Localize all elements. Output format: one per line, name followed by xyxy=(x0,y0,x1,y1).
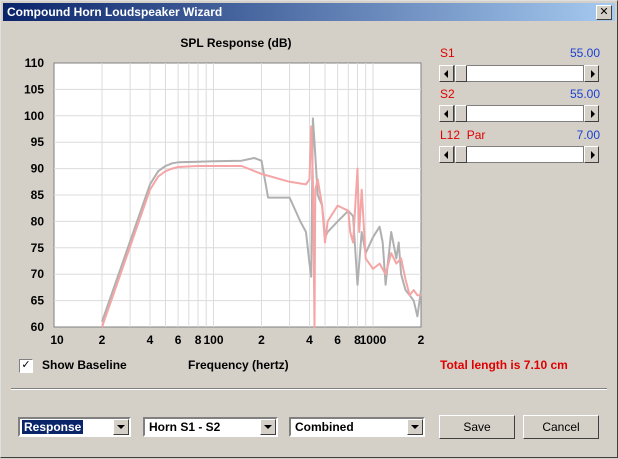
slider-s2-thumb[interactable] xyxy=(455,105,467,122)
x-tick-label: 100 xyxy=(203,333,223,347)
x-tick-labels: 10 2 4 6 8 100 2 4 6 81000 2 xyxy=(50,333,424,347)
y-tick-labels: 60 65 70 75 80 85 90 95 100 105 110 xyxy=(24,56,44,334)
y-tick-label: 85 xyxy=(31,188,45,202)
arrow-right-icon xyxy=(590,109,595,118)
arrow-left-icon xyxy=(443,69,448,78)
slider-s1-thumb[interactable] xyxy=(455,65,467,82)
x-tick-label: 2 xyxy=(418,333,425,347)
separator xyxy=(11,388,607,390)
y-tick-label: 110 xyxy=(25,56,45,70)
chevron-down-icon xyxy=(411,425,419,429)
slider-s1-right-button[interactable] xyxy=(584,65,599,82)
slider-l12-track[interactable] xyxy=(454,146,584,163)
slider-l12[interactable] xyxy=(439,146,599,163)
slider-s2-left-button[interactable] xyxy=(439,105,454,122)
x-tick-label: 6 xyxy=(175,333,182,347)
chevron-down-icon xyxy=(117,425,125,429)
y-tick-label: 105 xyxy=(24,82,44,96)
wizard-window: Compound Horn Loudspeaker Wizard ✕ SPL R… xyxy=(0,0,618,458)
slider-l12-label: L12 Par xyxy=(440,128,486,142)
mode-dropdown[interactable]: Combined xyxy=(289,417,425,437)
y-tick-label: 90 xyxy=(31,162,45,176)
x-tick-label: 8 xyxy=(195,333,202,347)
y-tick-label: 100 xyxy=(24,109,44,123)
x-tick-label: 4 xyxy=(147,333,154,347)
mode-dropdown-button[interactable] xyxy=(407,419,423,435)
x-tick-label: 4 xyxy=(306,333,313,347)
y-tick-label: 80 xyxy=(31,214,45,228)
slider-s1-left-button[interactable] xyxy=(439,65,454,82)
slider-s2-value: 55.00 xyxy=(569,87,600,101)
y-tick-label: 75 xyxy=(31,241,45,255)
slider-s1-track[interactable] xyxy=(454,65,584,82)
save-button[interactable]: Save xyxy=(439,415,515,439)
horn-dropdown[interactable]: Horn S1 - S2 xyxy=(143,417,278,437)
slider-l12-value: 7.00 xyxy=(576,128,600,142)
y-tick-label: 60 xyxy=(31,320,45,334)
slider-s1[interactable] xyxy=(439,65,599,82)
slider-l12-thumb[interactable] xyxy=(455,146,467,163)
x-axis-label: Frequency (hertz) xyxy=(188,358,289,372)
arrow-right-icon xyxy=(590,69,595,78)
total-length-text: Total length is 7.10 cm xyxy=(440,358,568,372)
slider-s2[interactable] xyxy=(439,105,599,122)
y-tick-label: 95 xyxy=(31,135,45,149)
arrow-left-icon xyxy=(443,150,448,159)
x-tick-label: 10 xyxy=(50,333,64,347)
slider-s2-label: S2 xyxy=(440,87,455,101)
mode-dropdown-value: Combined xyxy=(295,420,354,434)
view-dropdown-value: Response xyxy=(22,420,84,434)
chevron-down-icon xyxy=(264,425,272,429)
slider-s1-label: S1 xyxy=(440,46,455,60)
x-tick-label: 6 xyxy=(334,333,341,347)
slider-l12-left-button[interactable] xyxy=(439,146,454,163)
arrow-left-icon xyxy=(443,109,448,118)
slider-s2-track[interactable] xyxy=(454,105,584,122)
show-baseline-label[interactable]: Show Baseline xyxy=(42,358,127,372)
slider-s1-value: 55.00 xyxy=(569,46,600,60)
x-tick-label: 2 xyxy=(258,333,265,347)
x-tick-label: 1000 xyxy=(360,333,387,347)
view-dropdown[interactable]: Response xyxy=(18,417,131,437)
horn-dropdown-value: Horn S1 - S2 xyxy=(149,420,221,434)
check-icon: ✓ xyxy=(21,359,31,371)
y-tick-label: 65 xyxy=(31,294,45,308)
x-tick-label: 2 xyxy=(99,333,106,347)
arrow-right-icon xyxy=(590,150,595,159)
view-dropdown-button[interactable] xyxy=(113,419,129,435)
slider-l12-right-button[interactable] xyxy=(584,146,599,163)
slider-s2-right-button[interactable] xyxy=(584,105,599,122)
horn-dropdown-button[interactable] xyxy=(260,419,276,435)
y-tick-label: 70 xyxy=(31,267,45,281)
cancel-button[interactable]: Cancel xyxy=(523,415,599,439)
show-baseline-checkbox[interactable]: ✓ xyxy=(19,359,33,373)
